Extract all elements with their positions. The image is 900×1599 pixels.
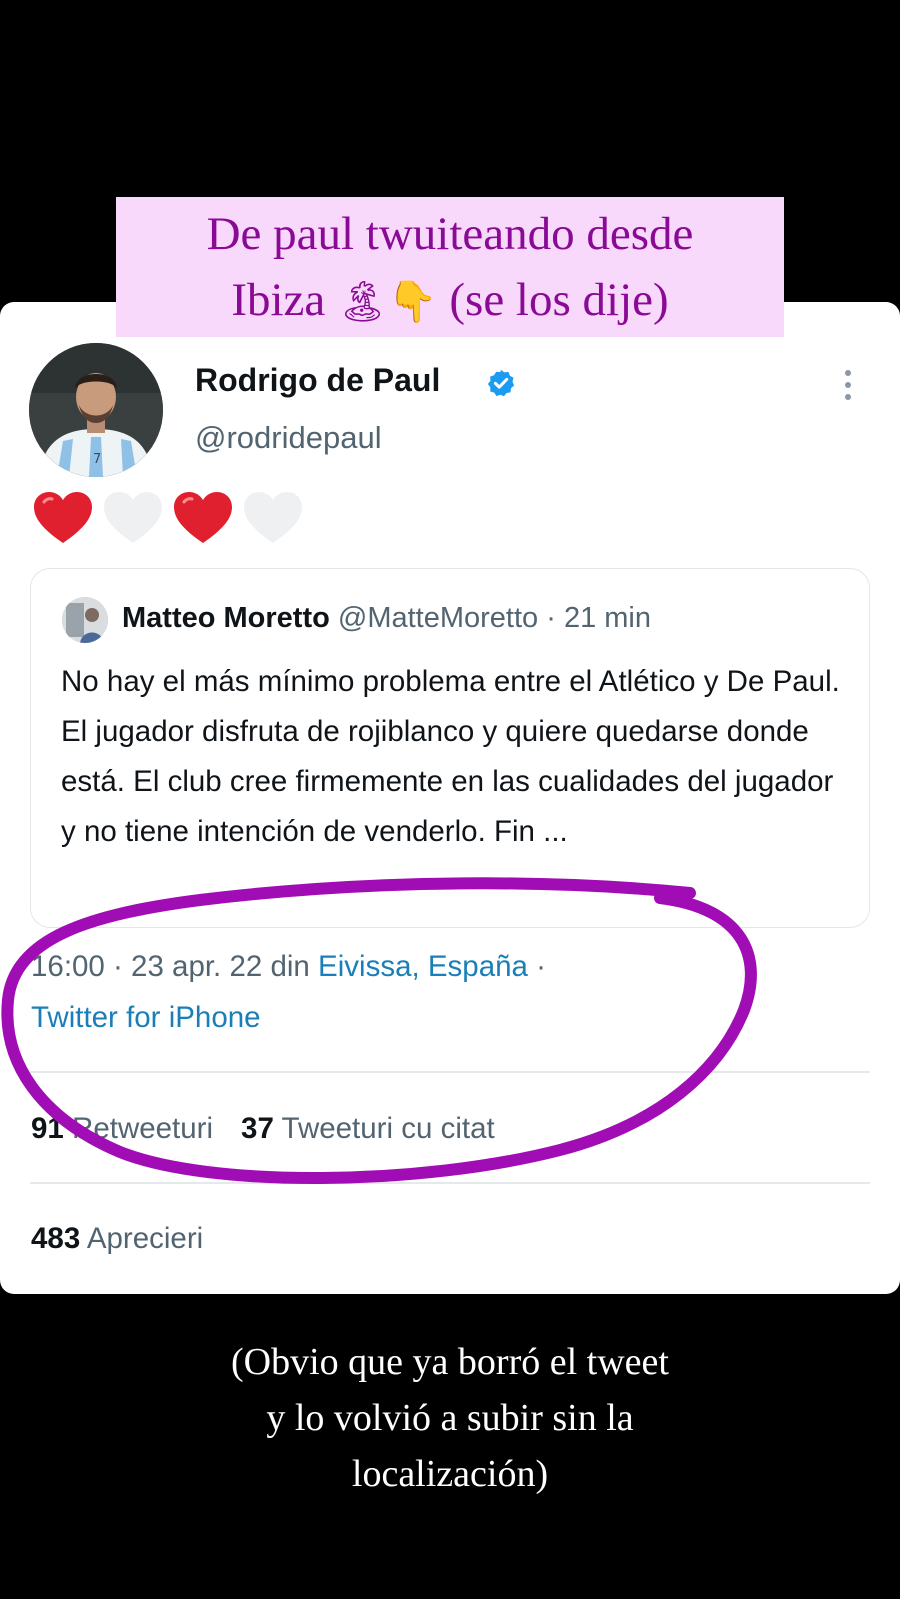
bottom-caption-line2: y lo volvió a subir sin la [266, 1397, 634, 1439]
retweets-stat[interactable]: 91 Retweeturi [31, 1112, 213, 1145]
island-and-pointing-down-icon: 🏝👇 [337, 279, 438, 325]
red-heart-icon [34, 492, 92, 543]
divider [30, 1182, 870, 1184]
retweets-count: 91 [31, 1112, 64, 1145]
more-options-icon[interactable] [836, 365, 860, 405]
quoted-tweet-header: Matteo Moretto @MatteMoretto · 21 min [122, 602, 651, 635]
top-caption-line2: Ibiza 🏝👇 (se los dije) [116, 267, 784, 335]
top-caption-line2-end: (se los dije) [449, 274, 669, 326]
top-caption-line2-text: Ibiza [231, 274, 326, 326]
meta-separator: · [536, 950, 546, 983]
white-heart-icon [104, 492, 162, 543]
author-name[interactable]: Rodrigo de Paul [195, 362, 440, 399]
quote-tweets-stat[interactable]: 37 Tweeturi cu citat [241, 1112, 495, 1145]
quoted-author-avatar[interactable] [62, 597, 108, 643]
quoted-author-handle[interactable]: @MatteMoretto [338, 602, 538, 634]
likes-label: Aprecieri [86, 1222, 204, 1255]
red-heart-icon [174, 492, 232, 543]
quoted-author-name[interactable]: Matteo Moretto [122, 602, 330, 634]
tweet-source-link[interactable]: Twitter for iPhone [31, 1001, 261, 1035]
story-top-caption: De paul twuiteando desde Ibiza 🏝👇 (se lo… [116, 197, 784, 337]
author-avatar[interactable]: 7 [29, 343, 163, 477]
likes-stat[interactable]: 483 Aprecieri [31, 1222, 203, 1256]
quoted-tweet-text: No hay el más mínimo problema entre el A… [61, 665, 840, 848]
divider [30, 1071, 870, 1073]
tweet-location-link[interactable]: Eivissa, España [318, 950, 528, 983]
quote-tweets-label: Tweeturi cu citat [281, 1112, 495, 1145]
retweets-label: Retweeturi [72, 1112, 214, 1145]
bottom-caption-line3: localización) [351, 1453, 549, 1495]
tweet-body-hearts [32, 490, 304, 550]
retweet-stats-row: 91 Retweeturi 37 Tweeturi cu citat [31, 1112, 495, 1146]
likes-count: 483 [31, 1222, 81, 1255]
white-heart-icon [244, 492, 302, 543]
quote-tweets-count: 37 [241, 1112, 274, 1145]
author-handle[interactable]: @rodridepaul [195, 420, 382, 456]
top-caption-line1: De paul twuiteando desde [206, 208, 694, 260]
story-bottom-caption: (Obvio que ya borró el tweet y lo volvió… [90, 1334, 810, 1502]
quoted-tweet-time: · 21 min [546, 602, 651, 634]
svg-text:7: 7 [93, 452, 101, 467]
tweet-timestamp[interactable]: 16:00 · 23 apr. 22 din [31, 950, 310, 983]
verified-badge-icon [487, 369, 515, 397]
bottom-caption-line1: (Obvio que ya borró el tweet [231, 1341, 669, 1383]
tweet-timestamp-line: 16:00 · 23 apr. 22 din Eivissa, España · [31, 950, 546, 984]
